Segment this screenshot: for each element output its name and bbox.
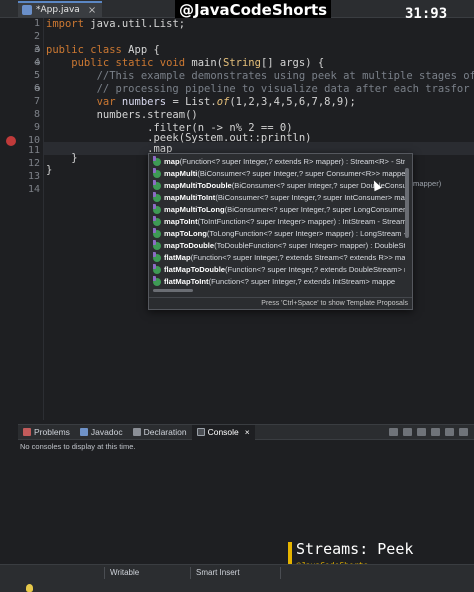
code-line-13: } (46, 164, 53, 176)
line-number: 11 (27, 145, 40, 156)
line-number: 5 (33, 70, 40, 81)
suggestion-item[interactable]: mapToInt (ToIntFunction<? super Integer> … (153, 216, 405, 228)
view-menu-icon[interactable] (431, 428, 440, 436)
code-line-1: import java.util.List; (46, 18, 186, 30)
fold-toggle-icon[interactable]: ⊖ (34, 58, 41, 67)
method-icon (153, 252, 161, 262)
suggestion-item[interactable]: flatMapToInt (Function<? super Integer,? … (153, 276, 405, 288)
suggestion-overflow-text: mapper) (413, 179, 442, 188)
line-number: 12 (27, 158, 40, 169)
tab-app-java[interactable]: *App.java × (18, 1, 103, 17)
suggestion-item[interactable]: map (Function<? super Integer,? extends R… (153, 156, 405, 168)
tab-javadoc[interactable]: Javadoc (75, 425, 128, 440)
status-separator (104, 567, 105, 579)
tab-declaration[interactable]: Declaration (128, 425, 192, 440)
console-icon (196, 428, 205, 436)
code-line-3: public class App { (46, 44, 160, 56)
suggestion-item[interactable]: mapMultiToInt (BiConsumer<? super Integer… (153, 192, 405, 204)
method-icon (153, 156, 161, 166)
video-title-overlay: Streams: Peek (296, 540, 414, 558)
content-assist-popup[interactable]: map (Function<? super Integer,? extends R… (148, 153, 413, 310)
method-icon (153, 180, 161, 190)
pin-console-icon[interactable] (403, 428, 412, 436)
status-bar: Writable Smart Insert (0, 564, 474, 592)
status-writable: Writable (110, 568, 140, 577)
suggestion-item[interactable]: mapMultiToLong (BiConsumer<? super Intege… (153, 204, 405, 216)
line-number: 2 (33, 31, 40, 42)
channel-handle-overlay: @JavaCodeShorts (175, 0, 332, 20)
code-line-7: var numbers = List.of(1,2,3,4,5,6,7,8,9)… (46, 96, 356, 108)
close-icon[interactable]: × (245, 427, 250, 437)
status-separator (190, 567, 191, 579)
bottom-panel-tabs: Problems Javadoc Declaration Console × (18, 424, 474, 440)
popup-footer-hint: Press 'Ctrl+Space' to show Template Prop… (149, 297, 412, 309)
method-icon (153, 168, 161, 178)
line-number: 8 (33, 109, 40, 120)
declaration-icon (132, 428, 141, 436)
maximize-icon[interactable] (459, 428, 468, 436)
method-icon (153, 240, 161, 250)
tab-label: *App.java (36, 4, 80, 15)
breakpoint-marker-icon[interactable] (6, 136, 16, 146)
line-number: 1 (33, 18, 40, 29)
display-console-icon[interactable] (389, 428, 398, 436)
code-line-6: // processing pipeline to visualize data… (46, 83, 470, 95)
suggestion-item[interactable]: flatMap (Function<? super Integer,? exten… (153, 252, 405, 264)
suggestion-item[interactable]: mapMulti (BiConsumer<? super Integer,? su… (153, 168, 405, 180)
suggestion-item[interactable]: mapToDouble (ToDoubleFunction<? super Int… (153, 240, 405, 252)
line-number: 9 (33, 122, 40, 133)
open-console-icon[interactable] (417, 428, 426, 436)
tab-console[interactable]: Console × (191, 424, 255, 440)
suggestion-item[interactable]: flatMapToDouble (Function<? super Integer… (153, 264, 405, 276)
tip-lightbulb-icon[interactable] (26, 584, 33, 592)
minimize-icon[interactable] (445, 428, 454, 436)
method-icon (153, 276, 161, 286)
problems-icon (23, 428, 31, 436)
code-line-4: public static void main(String[] args) { (46, 57, 325, 69)
method-icon (153, 204, 161, 214)
method-icon (153, 216, 161, 226)
javadoc-icon (79, 428, 88, 436)
method-icon (153, 264, 161, 274)
method-icon (153, 192, 161, 202)
status-insert-mode: Smart Insert (196, 568, 240, 577)
line-number: 13 (27, 171, 40, 182)
fold-toggle-icon[interactable]: ⊖ (34, 84, 41, 93)
code-line-12: } (46, 152, 78, 164)
popup-scrollbar[interactable] (405, 168, 409, 238)
line-number: 14 (27, 184, 40, 195)
code-line-5: //This example demonstrates using peek a… (46, 70, 474, 82)
console-empty-message: No consoles to display at this time. (20, 442, 136, 451)
close-icon[interactable]: × (88, 4, 96, 17)
java-file-icon (22, 5, 32, 15)
tab-problems[interactable]: Problems (18, 425, 75, 440)
popup-horizontal-scrollbar[interactable] (153, 289, 193, 292)
method-icon (153, 228, 161, 238)
line-number: 7 (33, 96, 40, 107)
code-line-8: numbers.stream() (46, 109, 198, 121)
status-separator (280, 567, 281, 579)
suggestion-item[interactable]: mapToLong (ToLongFunction<? super Integer… (153, 228, 405, 240)
fold-toggle-icon[interactable]: ⊖ (34, 45, 41, 54)
console-toolbar (389, 428, 468, 436)
suggestion-item[interactable]: mapMultiToDouble (BiConsumer<? super Inte… (153, 180, 405, 192)
